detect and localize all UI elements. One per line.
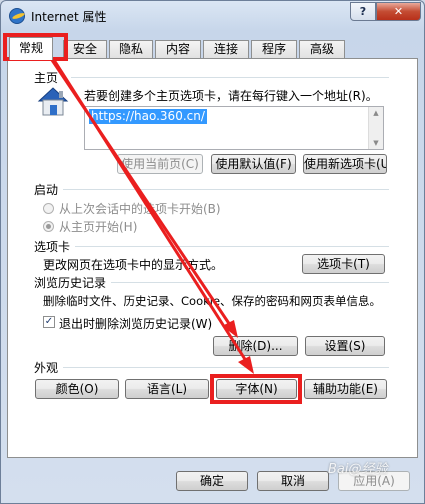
scroll-up-icon[interactable]: ▲ (369, 107, 383, 119)
tab-privacy[interactable]: 隐私 (109, 40, 153, 58)
use-new-tab-button[interactable]: 使用新选项卡(U) (303, 154, 387, 174)
close-button[interactable]: ✕ (376, 2, 421, 21)
start-last-session-label: 从上次会话中的选项卡开始(B) (59, 202, 221, 216)
home-page-instruction: 若要创建多个主页选项卡，请在每行键入一个地址(R)。 (84, 89, 378, 103)
browsing-history-divider (111, 282, 389, 283)
window-title: Internet 属性 (31, 10, 107, 24)
tab-programs[interactable]: 程序 (251, 40, 297, 58)
internet-explorer-icon (9, 8, 25, 24)
help-button[interactable]: ? (350, 2, 376, 21)
internet-options-window: Internet 属性 ? ✕ 常规 安全 隐私 内容 连接 程序 高级 主页 … (0, 0, 425, 504)
baidu-watermark: Bai@经验 (328, 462, 388, 477)
ok-button[interactable]: 确定 (176, 471, 248, 491)
use-current-button[interactable]: 使用当前页(C) (117, 154, 203, 174)
tabs-settings-button[interactable]: 选项卡(T) (302, 254, 385, 274)
home-page-divider (71, 77, 389, 78)
scroll-down-icon[interactable]: ▼ (369, 137, 383, 149)
cancel-button[interactable]: 取消 (257, 471, 329, 491)
delete-on-exit-label: 退出时删除浏览历史记录(W) (59, 317, 213, 331)
tab-security[interactable]: 安全 (63, 40, 107, 58)
browsing-history-heading: 浏览历史记录 (34, 276, 107, 290)
colors-button[interactable]: 颜色(O) (35, 379, 119, 399)
tab-connections[interactable]: 连接 (203, 40, 249, 58)
accessibility-button[interactable]: 辅助功能(E) (304, 379, 387, 399)
tabs-heading: 选项卡 (34, 240, 71, 254)
home-house-icon (37, 87, 69, 116)
browsing-history-description: 删除临时文件、历史记录、Cookie、保存的密码和网页表单信息。 (43, 294, 382, 308)
start-last-session-radio[interactable] (43, 203, 54, 214)
tab-general[interactable]: 常规 (9, 37, 53, 60)
tab-strip: 常规 安全 隐私 内容 连接 程序 高级 (7, 37, 420, 60)
tab-advanced[interactable]: 高级 (299, 40, 345, 58)
languages-button[interactable]: 语言(L) (125, 379, 209, 399)
tabs-description: 更改网页在选项卡中的显示方式。 (43, 258, 224, 272)
title-bar[interactable]: Internet 属性 ? ✕ (1, 1, 424, 31)
home-page-urls-textarea[interactable]: https://hao.360.cn/ ▲ ▼ (84, 106, 384, 150)
home-page-scrollbar[interactable]: ▲ ▼ (368, 107, 383, 149)
delete-history-button[interactable]: 删除(D)... (213, 336, 298, 356)
startup-divider (63, 189, 389, 190)
startup-heading: 启动 (34, 183, 59, 197)
history-settings-button[interactable]: 设置(S) (305, 336, 385, 356)
tabs-divider (75, 246, 389, 247)
appearance-heading: 外观 (34, 361, 59, 375)
delete-on-exit-checkbox[interactable]: ✓ (43, 316, 55, 328)
use-default-button[interactable]: 使用默认值(F) (211, 154, 296, 174)
home-page-url-text: https://hao.360.cn/ (89, 109, 207, 124)
fonts-button-highlight (210, 374, 302, 404)
appearance-divider (63, 367, 389, 368)
start-home-page-label: 从主页开始(H) (59, 220, 138, 234)
tab-content[interactable]: 内容 (155, 40, 201, 58)
start-home-page-radio[interactable] (43, 221, 54, 232)
